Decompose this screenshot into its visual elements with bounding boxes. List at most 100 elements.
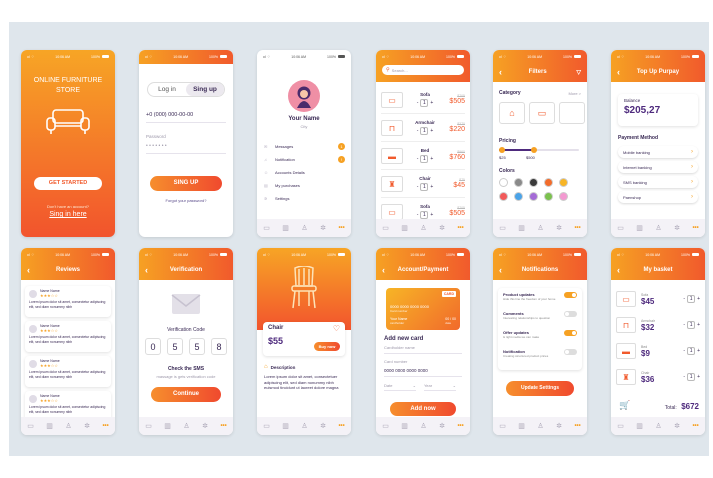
gear-icon[interactable]: ✲ <box>320 422 326 430</box>
payment-method-item[interactable]: Internet banking › <box>618 161 698 173</box>
sofa-icon[interactable]: ▭ <box>499 422 506 430</box>
color-swatch[interactable] <box>544 192 553 201</box>
back-icon[interactable]: ‹ <box>382 265 396 275</box>
code-digit-1[interactable]: 0 <box>145 338 161 355</box>
color-swatch[interactable] <box>499 192 508 201</box>
decrease-button[interactable]: - <box>417 100 419 106</box>
user-icon[interactable]: ♙ <box>655 422 661 430</box>
back-icon[interactable]: ‹ <box>499 265 513 275</box>
store-icon[interactable]: ▥ <box>636 224 643 232</box>
toggle-switch[interactable] <box>564 349 577 355</box>
forgot-password-link[interactable]: Forgot your password? <box>139 198 233 203</box>
gear-icon[interactable]: ✲ <box>674 224 680 232</box>
increase-button[interactable]: + <box>697 374 700 380</box>
store-icon[interactable]: ▥ <box>46 422 53 430</box>
sofa-icon[interactable]: ▭ <box>382 224 389 232</box>
signup-button[interactable]: SING UP <box>150 176 222 191</box>
store-icon[interactable]: ▥ <box>164 422 171 430</box>
update-settings-button[interactable]: Update Settings <box>506 381 574 396</box>
password-field[interactable]: • • • • • • • <box>146 143 226 154</box>
product-row[interactable]: ♜ Chair -1 + $75 $45 <box>381 170 465 198</box>
cardholder-input[interactable]: Cardholder name <box>384 345 462 354</box>
more-icon[interactable]: ••• <box>338 423 344 429</box>
color-swatch[interactable] <box>529 192 538 201</box>
category-bed[interactable]: ▭ <box>529 102 555 124</box>
increase-button[interactable]: + <box>430 184 433 190</box>
quantity-value[interactable]: 1 <box>687 347 696 355</box>
category-more[interactable] <box>559 102 585 124</box>
increase-button[interactable]: + <box>697 348 700 354</box>
more-icon[interactable]: ••• <box>574 423 580 429</box>
more-icon[interactable]: ••• <box>220 423 226 429</box>
user-icon[interactable]: ♙ <box>65 422 71 430</box>
color-swatch[interactable] <box>559 192 568 201</box>
toggle-switch[interactable] <box>564 330 577 336</box>
sofa-icon[interactable]: ▭ <box>617 422 624 430</box>
sofa-icon[interactable]: ▭ <box>499 224 506 232</box>
slider-min-handle[interactable] <box>499 147 505 153</box>
quantity-value[interactable]: 1 <box>420 183 429 191</box>
decrease-button[interactable]: - <box>417 184 419 190</box>
heart-icon[interactable]: ♡ <box>333 324 340 333</box>
sofa-icon[interactable]: ▭ <box>263 422 270 430</box>
gear-icon[interactable]: ✲ <box>320 224 326 232</box>
price-slider[interactable] <box>499 147 579 153</box>
payment-method-item[interactable]: Mobile banking › <box>618 146 698 158</box>
store-icon[interactable]: ▥ <box>636 422 643 430</box>
menu-item-settings[interactable]: ✲ Settings <box>264 192 345 205</box>
gear-icon[interactable]: ✲ <box>202 422 208 430</box>
color-swatch[interactable] <box>514 178 523 187</box>
sofa-icon[interactable]: ▭ <box>145 422 152 430</box>
slider-max-handle[interactable] <box>531 147 537 153</box>
filter-icon[interactable]: ▽ <box>576 69 581 76</box>
quantity-value[interactable]: 1 <box>420 127 429 135</box>
sofa-icon[interactable]: ▭ <box>617 224 624 232</box>
store-icon[interactable]: ▥ <box>401 224 408 232</box>
user-icon[interactable]: ♙ <box>301 224 307 232</box>
get-started-button[interactable]: GET STARTED <box>34 177 102 190</box>
decrease-button[interactable]: - <box>683 322 685 328</box>
decrease-button[interactable]: - <box>683 348 685 354</box>
gear-icon[interactable]: ✲ <box>674 422 680 430</box>
credit-card[interactable]: CARD 0000 0000 0000 0000 Card number You… <box>386 288 460 330</box>
store-icon[interactable]: ▥ <box>282 422 289 430</box>
sign-in-link[interactable]: Sing in here <box>21 211 115 218</box>
color-swatch[interactable] <box>514 192 523 201</box>
gear-icon[interactable]: ✲ <box>556 422 562 430</box>
quantity-value[interactable]: 1 <box>687 373 696 381</box>
more-link[interactable]: More > <box>568 91 581 96</box>
tab-signup[interactable]: Sing up <box>186 83 224 96</box>
code-digit-4[interactable]: 8 <box>211 338 227 355</box>
continue-button[interactable]: Continue <box>151 387 221 402</box>
menu-item-messages[interactable]: ✉ Messages 1 <box>264 140 345 153</box>
color-swatch[interactable] <box>544 178 553 187</box>
quantity-value[interactable]: 1 <box>420 211 429 219</box>
increase-button[interactable]: + <box>430 128 433 134</box>
decrease-button[interactable]: - <box>417 128 419 134</box>
user-icon[interactable]: ♙ <box>420 224 426 232</box>
menu-item-notification[interactable]: ♫ Notification! <box>264 153 345 166</box>
back-icon[interactable]: ‹ <box>617 265 631 275</box>
gear-icon[interactable]: ✲ <box>556 224 562 232</box>
quantity-value[interactable]: 1 <box>420 99 429 107</box>
decrease-button[interactable]: - <box>683 296 685 302</box>
store-icon[interactable]: ▥ <box>518 224 525 232</box>
color-swatch[interactable] <box>499 178 508 187</box>
increase-button[interactable]: + <box>430 212 433 218</box>
search-input[interactable]: ⚲ Search... <box>382 65 464 75</box>
color-swatch[interactable] <box>559 178 568 187</box>
menu-item-accounts[interactable]: ☺ Accounts Details <box>264 166 345 179</box>
product-row[interactable]: ⊓ Armchair -1 + $370 $220 <box>381 114 465 142</box>
buy-now-button[interactable]: Buy now <box>314 342 340 351</box>
user-icon[interactable]: ♙ <box>537 224 543 232</box>
store-icon[interactable]: ▥ <box>518 422 525 430</box>
menu-item-purchases[interactable]: ▤ My purchases <box>264 179 345 192</box>
quantity-value[interactable]: 1 <box>687 321 696 329</box>
toggle-switch[interactable] <box>564 311 577 317</box>
quantity-value[interactable]: 1 <box>687 295 696 303</box>
category-sofa[interactable]: ⌂ <box>499 102 525 124</box>
gear-icon[interactable]: ✲ <box>84 422 90 430</box>
quantity-value[interactable]: 1 <box>420 155 429 163</box>
product-row[interactable]: ▭ Sofa -1 + $705 $505 <box>381 86 465 114</box>
user-icon[interactable]: ♙ <box>420 422 426 430</box>
